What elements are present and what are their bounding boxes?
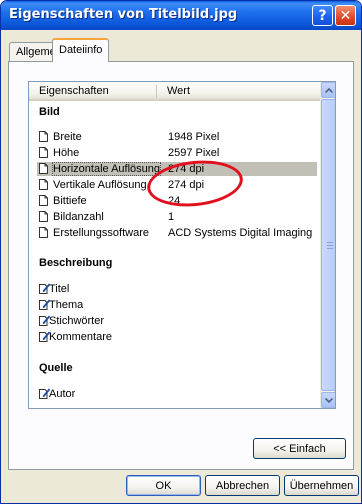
- property-value: 2597 Pixel: [168, 147, 220, 159]
- cancel-button-label: Abbrechen: [215, 479, 270, 492]
- properties-list[interactable]: Eigenschaften Wert Bild Breite 1948 Pixe…: [28, 81, 336, 409]
- tab-dateiinfo-label: Dateiinfo: [59, 44, 103, 56]
- property-label: Titel: [49, 283, 70, 295]
- ok-button-label: OK: [155, 479, 172, 492]
- help-button[interactable]: ?: [312, 5, 333, 26]
- list-item[interactable]: Stichwörter: [37, 314, 317, 328]
- column-divider[interactable]: [156, 85, 157, 98]
- column-header-value[interactable]: Wert: [167, 85, 190, 97]
- list-item[interactable]: Breite 1948 Pixel: [37, 130, 317, 144]
- scroll-up-button[interactable]: [321, 82, 335, 98]
- document-icon: [39, 227, 48, 238]
- group-heading-quelle: Quelle: [39, 362, 73, 374]
- properties-dialog: Eigenschaften von Titelbild.jpg ? ✕ Allg…: [0, 0, 362, 504]
- list-item[interactable]: Erstellungssoftware ACD Systems Digital …: [37, 226, 317, 240]
- close-icon: ✕: [339, 7, 352, 24]
- property-label: Breite: [53, 131, 82, 143]
- chevron-up-icon: [325, 87, 333, 93]
- list-item[interactable]: Titel: [37, 282, 317, 296]
- property-label: Thema: [49, 299, 84, 311]
- document-icon: [39, 179, 48, 190]
- property-label: Erstellungssoftware: [53, 227, 149, 239]
- document-icon: [39, 211, 48, 222]
- ok-button[interactable]: OK: [126, 475, 201, 496]
- document-icon: [39, 163, 48, 174]
- simple-view-button-label: << Einfach: [273, 442, 326, 455]
- apply-button-label: Übernehmen: [289, 479, 354, 492]
- column-header-properties[interactable]: Eigenschaften: [39, 85, 109, 97]
- document-icon: [39, 131, 48, 142]
- tab-dateiinfo[interactable]: Dateiinfo: [52, 38, 110, 62]
- list-item[interactable]: Bildanzahl 1: [37, 210, 317, 224]
- apply-button[interactable]: Übernehmen: [284, 475, 359, 496]
- property-value: 1: [168, 211, 175, 223]
- property-label: Höhe: [53, 147, 80, 159]
- property-value: 1948 Pixel: [168, 131, 220, 143]
- list-item[interactable]: Höhe 2597 Pixel: [37, 146, 317, 160]
- list-item[interactable]: Thema: [37, 298, 317, 312]
- document-icon: [39, 147, 48, 158]
- window-title: Eigenschaften von Titelbild.jpg: [9, 7, 238, 22]
- property-label: Bittiefe: [53, 195, 87, 207]
- list-item[interactable]: Kommentare: [37, 330, 317, 344]
- close-button[interactable]: ✕: [335, 5, 356, 26]
- property-label: Bildanzahl: [53, 211, 104, 223]
- cancel-button[interactable]: Abbrechen: [205, 475, 280, 496]
- thumb-grip-line: [327, 245, 333, 246]
- thumb-grip-line: [327, 242, 333, 243]
- scroll-down-button[interactable]: [321, 392, 335, 408]
- property-label: Kommentare: [49, 331, 112, 343]
- thumb-grip-line: [327, 248, 333, 249]
- group-heading-bild: Bild: [39, 106, 60, 118]
- list-header: Eigenschaften Wert: [29, 82, 320, 101]
- scroll-thumb[interactable]: [321, 99, 335, 391]
- property-label: Horizontale Auflösung: [51, 162, 162, 176]
- list-item[interactable]: Autor: [37, 387, 317, 401]
- property-value: ACD Systems Digital Imaging: [168, 227, 313, 239]
- help-icon: ?: [318, 7, 327, 24]
- property-label: Vertikale Auflösung: [53, 179, 147, 191]
- vertical-scrollbar[interactable]: [320, 82, 335, 408]
- simple-view-button[interactable]: << Einfach: [253, 438, 346, 459]
- property-label: Stichwörter: [49, 315, 105, 327]
- document-icon: [39, 195, 48, 206]
- title-bar[interactable]: Eigenschaften von Titelbild.jpg ? ✕: [1, 1, 361, 30]
- group-heading-beschreibung: Beschreibung: [39, 257, 113, 269]
- property-label: Autor: [49, 388, 76, 400]
- chevron-down-icon: [325, 397, 333, 403]
